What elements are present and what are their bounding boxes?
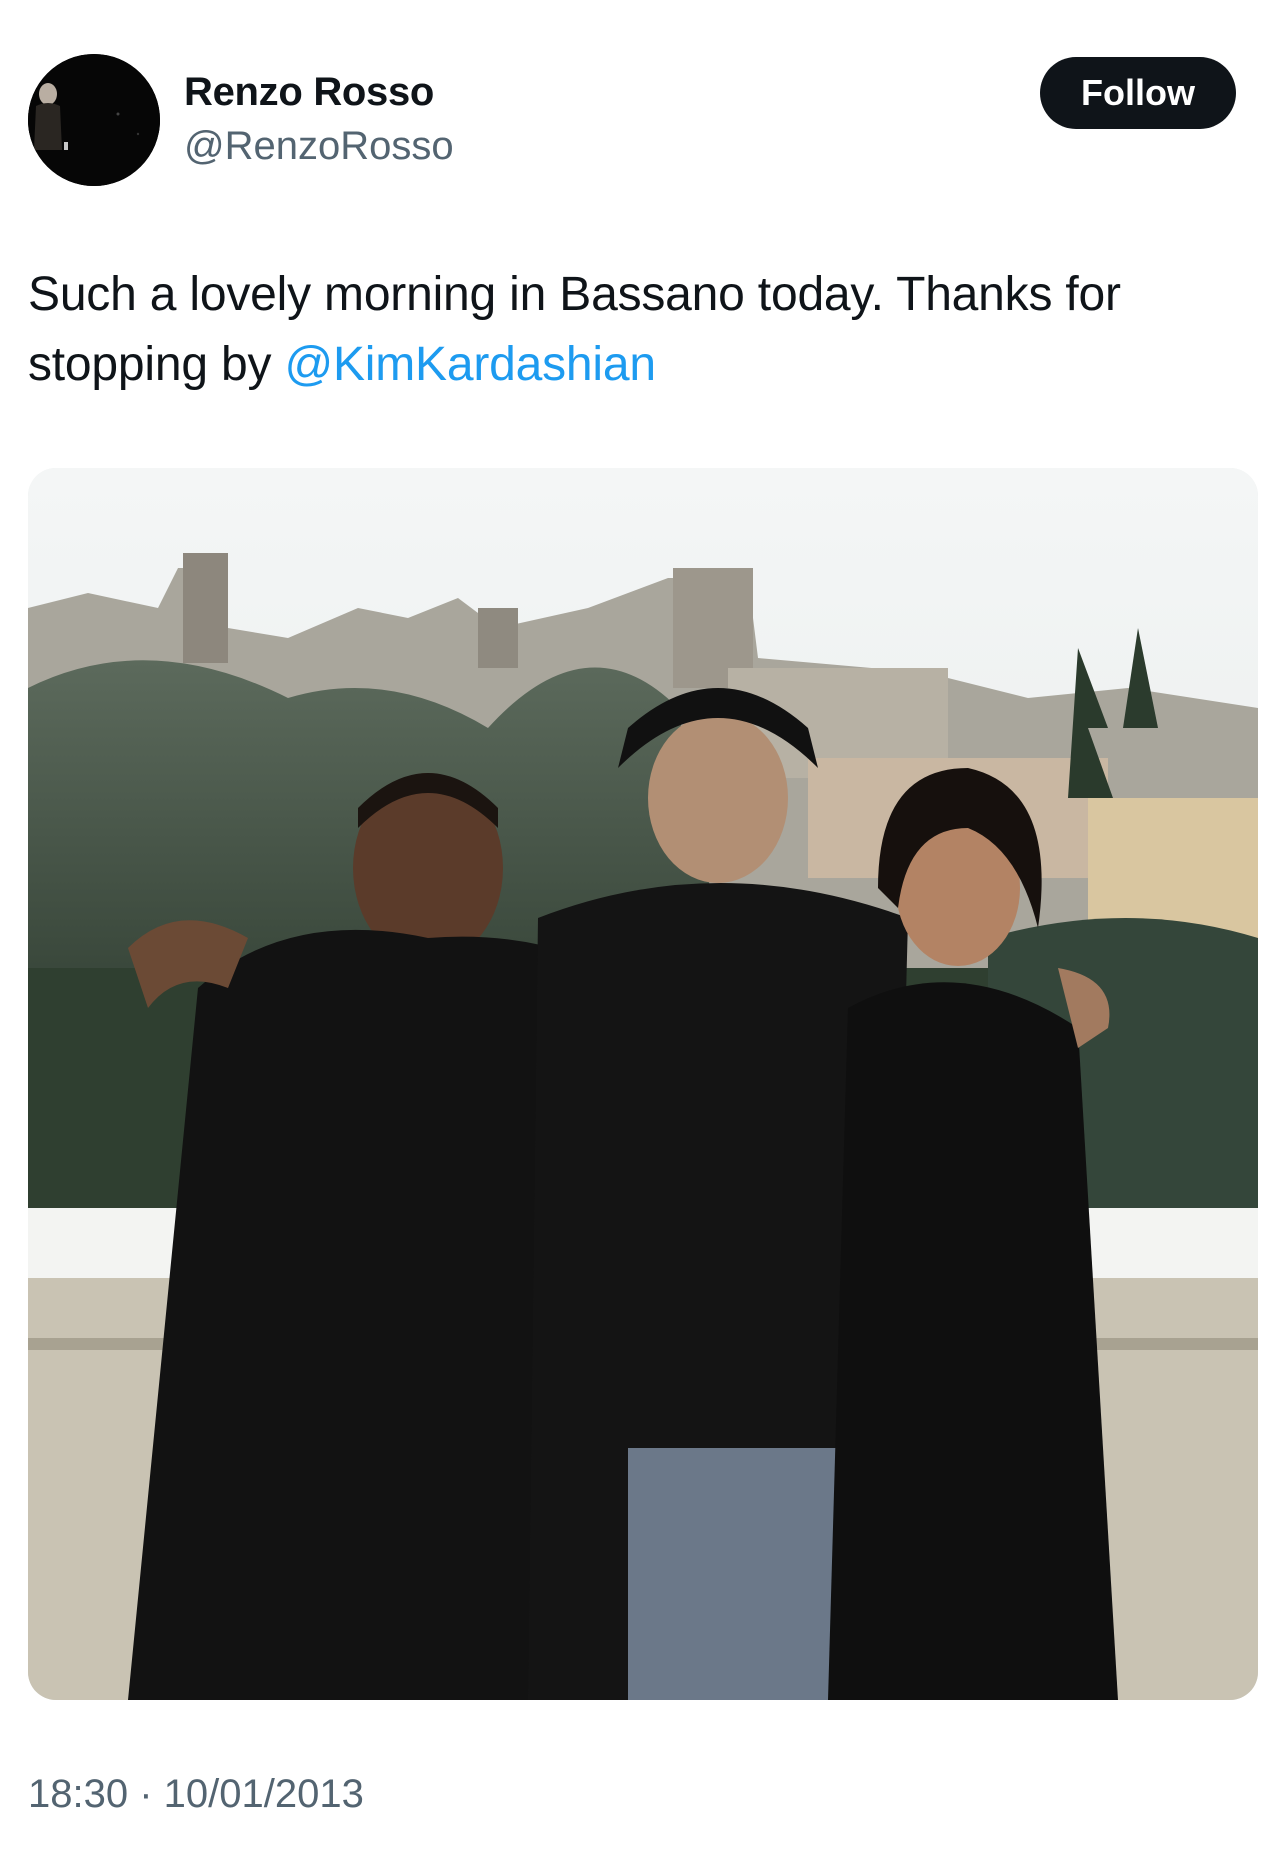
follow-button[interactable]: Follow xyxy=(1040,57,1236,129)
author-handle[interactable]: @RenzoRosso xyxy=(184,122,454,170)
mention-link[interactable]: @KimKardashian xyxy=(284,338,656,391)
photo-three-people-icon xyxy=(28,468,1258,1700)
tweet-photo[interactable] xyxy=(28,468,1258,1700)
tweet-timestamp[interactable]: 18:30 · 10/01/2013 xyxy=(28,1770,364,1818)
profile-photo-icon xyxy=(28,54,160,186)
author-avatar[interactable] xyxy=(28,54,160,186)
tweet-text: Such a lovely morning in Bassano today. … xyxy=(28,260,1248,400)
author-display-name[interactable]: Renzo Rosso xyxy=(184,68,434,116)
